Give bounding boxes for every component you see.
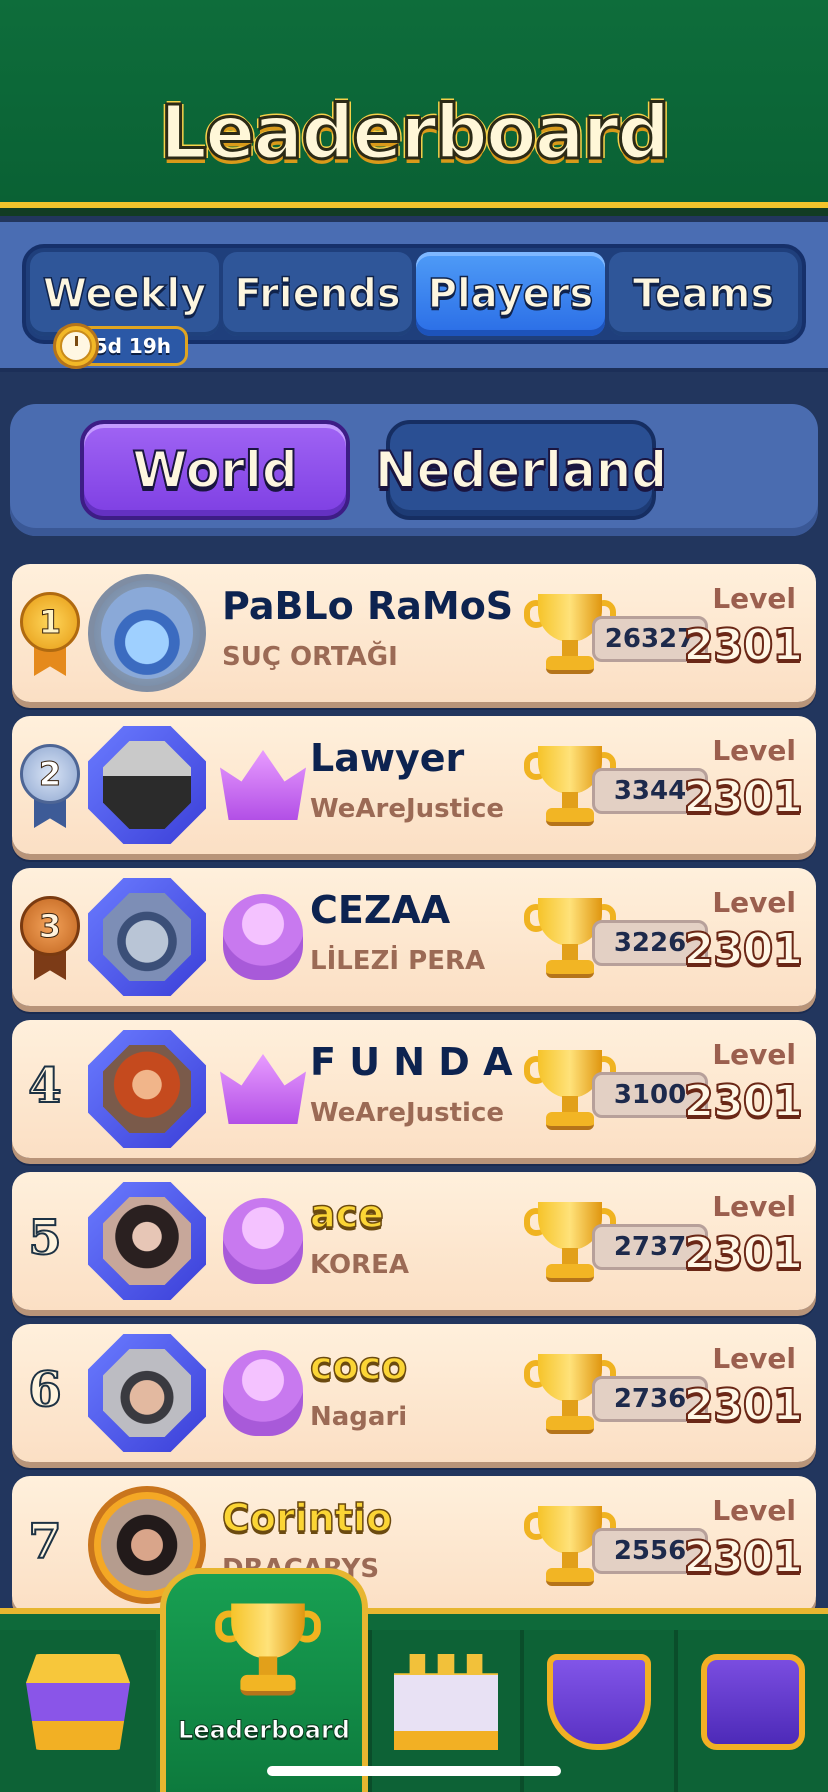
nederland-button[interactable]: Nederland [374,420,668,520]
region-switch: World Nederland [10,404,818,536]
tab-teams[interactable]: Teams [609,252,798,336]
tabs-bar: Weekly Friends Players Teams 5d 19h [0,222,828,372]
player-photo-avatar[interactable] [88,1182,206,1300]
leaderboard-row-5[interactable]: 5 ace KOREA 2737 Level 2301 [12,1172,816,1310]
team-name: Nagari [310,1402,408,1432]
level-label: Level [712,582,796,615]
gold-medal-icon: 1 [20,592,80,678]
level-value: 2301 [683,923,804,976]
rank-number: 3 [20,896,80,956]
level-label: Level [712,734,796,767]
level-label: Level [712,1190,796,1223]
team-dragon-icon [220,1198,306,1284]
nav-leaderboard-label: Leaderboard [178,1716,351,1745]
nav-leaderboard[interactable]: Leaderboard [160,1568,368,1792]
team-name: SUÇ ORTAĞI [222,642,398,672]
bronze-medal-icon: 3 [20,896,80,982]
page-title: Leaderboard [158,89,671,178]
shop-icon [26,1654,130,1750]
leaderboard-row-7[interactable]: 7 Corintio DRACARYS 2556 Level 2301 [12,1476,816,1614]
leaderboard-row-2[interactable]: 2 Lawyer WeAreJustice 3344 Level 2301 [12,716,816,854]
player-name: Lawyer [310,736,465,780]
rank-number: 1 [20,592,80,652]
team-dragon-icon [220,1350,306,1436]
team-name: WeAreJustice [310,1098,505,1128]
level-label: Level [712,1494,796,1527]
silver-medal-icon: 2 [20,744,80,830]
team-shield-icon [547,1654,651,1750]
rank-number: 4 [27,1057,62,1115]
player-photo-avatar[interactable] [88,1030,206,1148]
team-name: KOREA [310,1250,409,1280]
level-value: 2301 [683,1075,804,1128]
tab-friends[interactable]: Friends [223,252,412,336]
rank-number: 5 [27,1209,62,1267]
team-name: LİLEZİ PERA [310,946,486,976]
level-label: Level [712,1342,796,1375]
stopwatch-icon [53,323,99,369]
rank-number: 2 [20,744,80,804]
weekly-timer-badge: 5d 19h [53,323,188,369]
rank-number: 7 [27,1513,62,1571]
level-value: 2301 [683,1531,804,1584]
leaderboard-row-3[interactable]: 3 CEZAA LİLEZİ PERA 3226 Level 2301 [12,868,816,1006]
world-button[interactable]: World [80,420,350,520]
team-crown-icon [220,1046,306,1132]
king-avatar[interactable] [88,574,206,692]
player-photo-avatar[interactable] [88,726,206,844]
nav-shop[interactable] [0,1630,156,1792]
card-collection-icon [701,1654,805,1750]
team-dragon-icon [220,894,306,980]
header-bar: Leaderboard [0,0,828,216]
castle-icon [394,1654,498,1750]
nav-collection[interactable] [674,1630,828,1792]
knight-avatar[interactable] [88,878,206,996]
tab-players[interactable]: Players [416,252,605,336]
level-label: Level [712,886,796,919]
weekly-timer-text: 5d 19h [93,334,171,358]
leaderboard-row-1[interactable]: 1 PaBLo RaMoS SUÇ ORTAĞI 26327 Level 230… [12,564,816,702]
team-crown-icon [220,742,306,828]
level-label: Level [712,1038,796,1071]
leaderboard-trophy-icon [215,1603,321,1703]
level-value: 2301 [683,771,804,824]
player-name: Corintio [221,1495,393,1541]
player-name: coco [309,1343,408,1389]
player-name: PaBLo RaMoS [222,584,514,628]
level-value: 2301 [683,1379,804,1432]
player-name: ace [309,1191,384,1237]
level-value: 2301 [683,1227,804,1280]
bottom-nav [0,1608,828,1792]
tab-weekly[interactable]: Weekly [30,252,219,336]
player-photo-avatar[interactable] [88,1334,206,1452]
player-name: F U N D A [310,1040,513,1084]
rank-number: 6 [27,1361,62,1419]
leaderboard-row-4[interactable]: 4 F U N D A WeAreJustice 3100 Level 2301 [12,1020,816,1158]
player-name: CEZAA [310,888,451,932]
leaderboard-row-6[interactable]: 6 coco Nagari 2736 Level 2301 [12,1324,816,1462]
level-value: 2301 [683,619,804,672]
team-name: WeAreJustice [310,794,505,824]
home-indicator[interactable] [267,1766,561,1776]
